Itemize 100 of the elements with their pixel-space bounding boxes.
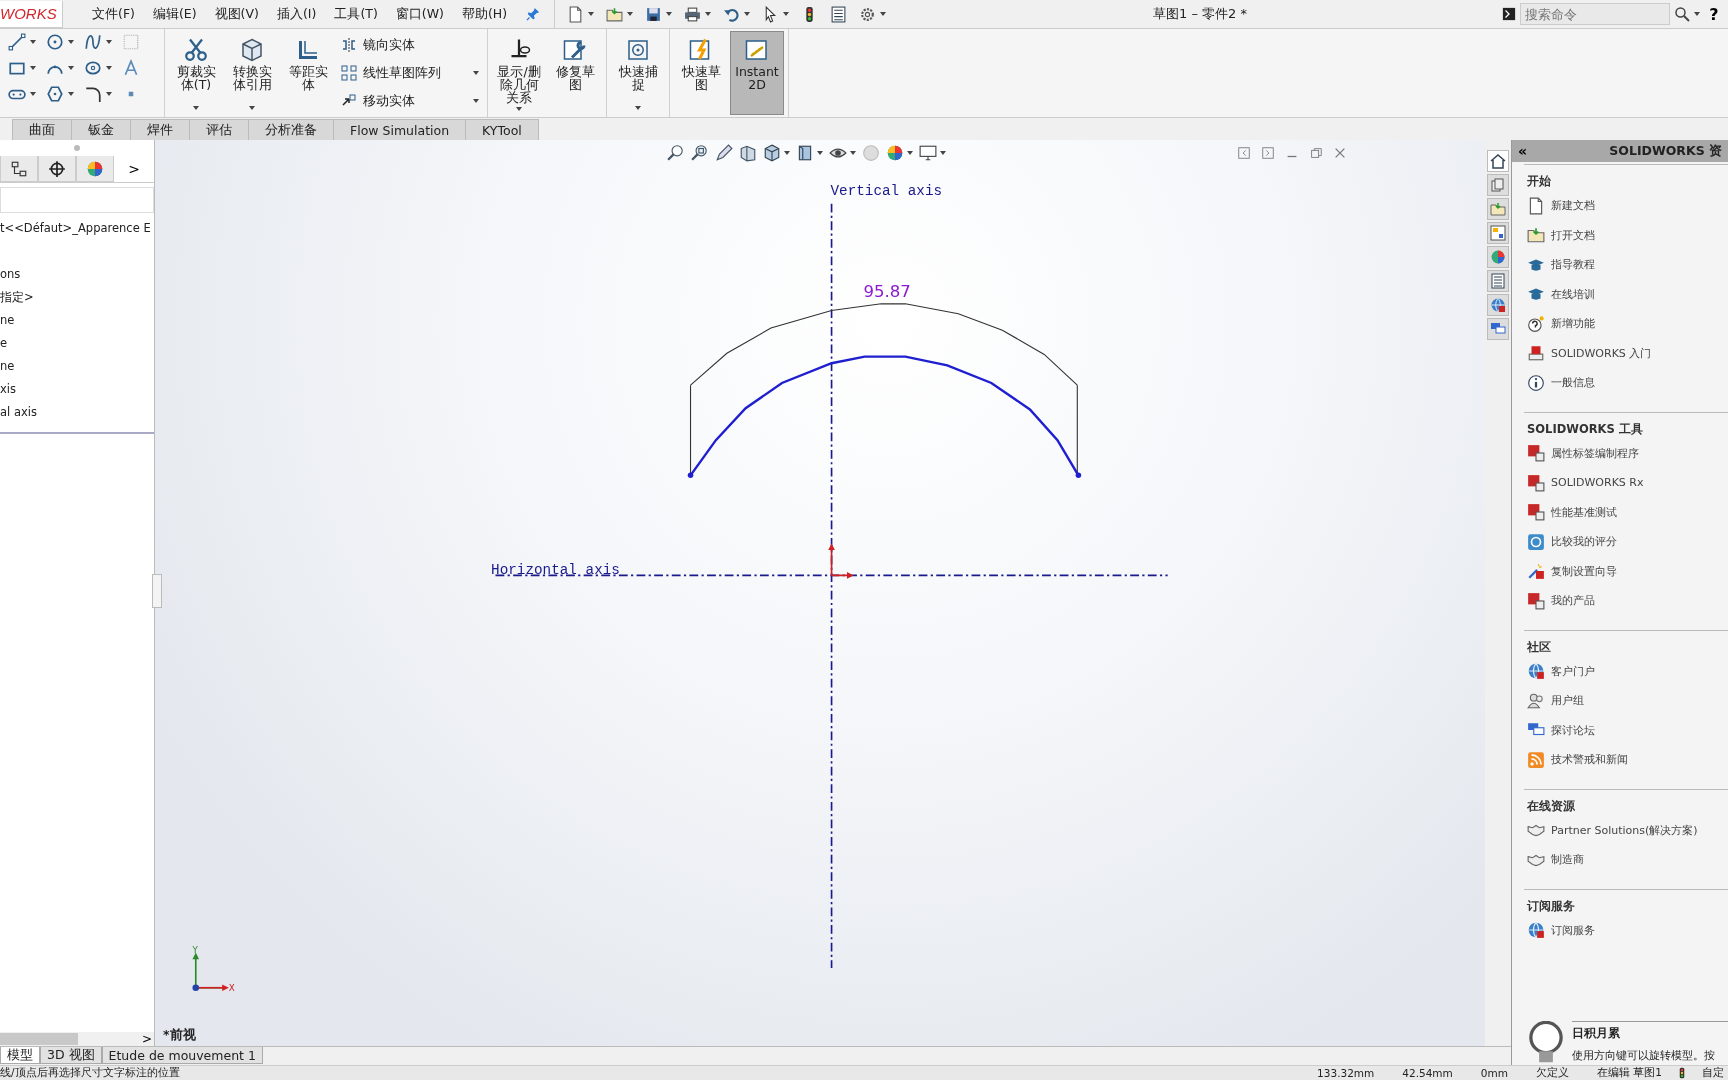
dropdown-caret-icon[interactable]: [940, 151, 946, 155]
scrollbar-thumb[interactable]: [0, 1033, 78, 1045]
task-link[interactable]: 复制设置向导: [1524, 556, 1728, 586]
menu-item[interactable]: 工具(T): [325, 5, 387, 23]
dropdown-caret-icon[interactable]: [473, 71, 479, 75]
folder-icon[interactable]: [606, 5, 624, 23]
dropdown-caret-icon[interactable]: [106, 92, 112, 96]
dropdown-caret-icon[interactable]: [473, 99, 479, 103]
menu-item[interactable]: 帮助(H): [452, 5, 517, 23]
panel-tab[interactable]: [38, 156, 76, 182]
pencil-icon[interactable]: [715, 144, 733, 162]
tree-item[interactable]: al axis: [0, 401, 154, 424]
dropdown-caret-icon[interactable]: [68, 92, 74, 96]
command-tab[interactable]: 曲面: [12, 119, 72, 140]
bottom-tab[interactable]: 3D 视图: [40, 1047, 102, 1064]
cube-view-icon[interactable]: [763, 144, 781, 162]
task-link[interactable]: 探讨论坛: [1524, 715, 1728, 745]
printer-icon[interactable]: [684, 5, 702, 23]
tree-item[interactable]: t<<Défaut>_Apparence E: [0, 217, 154, 240]
ribbon-button[interactable]: 显示/删除几何关系: [492, 31, 546, 115]
dropdown-caret-icon[interactable]: [850, 151, 856, 155]
dropdown-caret-icon[interactable]: [635, 106, 641, 110]
task-pane-tab[interactable]: [1487, 174, 1509, 196]
menu-item[interactable]: 文件(F): [83, 5, 144, 23]
ribbon-button[interactable]: 剪裁实体(T): [169, 31, 223, 115]
dropdown-caret-icon[interactable]: [68, 66, 74, 70]
menu-item[interactable]: 编辑(E): [143, 5, 206, 23]
horizontal-axis-line[interactable]: [494, 574, 1169, 577]
search-field[interactable]: 搜索命令: [1520, 3, 1670, 25]
vertical-axis-line[interactable]: [830, 202, 833, 969]
dropdown-caret-icon[interactable]: [1694, 12, 1700, 16]
filter-field[interactable]: [0, 187, 154, 213]
task-link[interactable]: 制造商: [1524, 845, 1728, 875]
menu-item[interactable]: 插入(I): [267, 5, 326, 23]
task-pane-tab[interactable]: [1487, 246, 1509, 268]
circle-icon[interactable]: [46, 33, 64, 51]
ribbon-button[interactable]: 等距实体: [281, 31, 335, 115]
ribbon-button[interactable]: 转换实体引用: [225, 31, 279, 115]
ribbon-button[interactable]: Instant2D: [730, 31, 784, 115]
zoom-area-icon[interactable]: [691, 144, 709, 162]
dropdown-caret-icon[interactable]: [516, 107, 522, 111]
dropdown-caret-icon[interactable]: [666, 12, 673, 16]
list-icon[interactable]: [830, 5, 848, 23]
bottom-tab[interactable]: Etude de mouvement 1: [101, 1047, 263, 1064]
sketch-outline[interactable]: [690, 303, 1078, 476]
tree-item[interactable]: ons: [0, 263, 154, 286]
task-link[interactable]: 打开文档: [1524, 220, 1728, 250]
dropdown-caret-icon[interactable]: [744, 12, 751, 16]
letter-icon[interactable]: [122, 59, 140, 77]
dropdown-caret-icon[interactable]: [30, 66, 36, 70]
dropdown-caret-icon[interactable]: [705, 12, 712, 16]
task-link[interactable]: 新增功能: [1524, 309, 1728, 339]
box-icon[interactable]: [796, 144, 814, 162]
dropdown-caret-icon[interactable]: [68, 40, 74, 44]
close-icon[interactable]: [1333, 146, 1347, 160]
dropdown-caret-icon[interactable]: [907, 151, 913, 155]
task-link[interactable]: 我的产品: [1524, 586, 1728, 616]
panel-resize-handle[interactable]: [152, 574, 162, 608]
color-ball-icon[interactable]: [886, 144, 904, 162]
menu-item[interactable]: 视图(V): [205, 5, 268, 23]
task-link[interactable]: 客户门户: [1524, 656, 1728, 686]
task-link[interactable]: 属性标签编制程序: [1524, 438, 1728, 468]
dimension-value[interactable]: 95.87: [863, 282, 911, 302]
tree-item[interactable]: ne: [0, 355, 154, 378]
dropdown-caret-icon[interactable]: [588, 12, 595, 16]
bottom-tab[interactable]: 模型: [0, 1047, 40, 1064]
task-pane-tab[interactable]: [1487, 318, 1509, 340]
dropdown-caret-icon[interactable]: [193, 106, 199, 110]
ribbon-button[interactable]: 快速草图: [674, 31, 728, 115]
monitor-icon[interactable]: [919, 144, 937, 162]
pin-icon[interactable]: [526, 7, 541, 21]
tree-item[interactable]: 指定>: [0, 286, 154, 309]
ribbon-button[interactable]: 快速捕捉: [611, 31, 665, 115]
dropdown-caret-icon[interactable]: [30, 92, 36, 96]
dropdown-caret-icon[interactable]: [249, 106, 255, 110]
dropdown-caret-icon[interactable]: [106, 66, 112, 70]
dropdown-caret-icon[interactable]: [784, 151, 790, 155]
tree-item[interactable]: xis: [0, 378, 154, 401]
command-tab[interactable]: 分析准备: [248, 119, 334, 140]
maximize-icon[interactable]: [1309, 146, 1323, 160]
command-tab[interactable]: 评估: [189, 119, 249, 140]
task-link[interactable]: 用户组: [1524, 686, 1728, 716]
task-link[interactable]: 订阅服务: [1524, 915, 1728, 945]
task-link[interactable]: 在线培训: [1524, 279, 1728, 309]
task-link[interactable]: SOLIDWORKS Rx: [1524, 468, 1728, 498]
task-link[interactable]: 比较我的评分: [1524, 527, 1728, 557]
task-link[interactable]: SOLIDWORKS 入门: [1524, 338, 1728, 368]
tree-item[interactable]: ne: [0, 309, 154, 332]
gear-icon[interactable]: [859, 5, 877, 23]
task-link[interactable]: 指导教程: [1524, 250, 1728, 280]
units-status[interactable]: 自定: [1688, 1066, 1728, 1080]
dropdown-caret-icon[interactable]: [817, 151, 823, 155]
section-view-icon[interactable]: [739, 144, 757, 162]
dropdown-caret-icon[interactable]: [30, 40, 36, 44]
task-pane-tab[interactable]: [1487, 222, 1509, 244]
collapse-button[interactable]: «: [1518, 143, 1528, 159]
task-link[interactable]: 性能基准测试: [1524, 497, 1728, 527]
dotted-square-icon[interactable]: [122, 33, 140, 51]
task-link[interactable]: 技术警戒和新闻: [1524, 745, 1728, 775]
task-link[interactable]: 一般信息: [1524, 368, 1728, 398]
